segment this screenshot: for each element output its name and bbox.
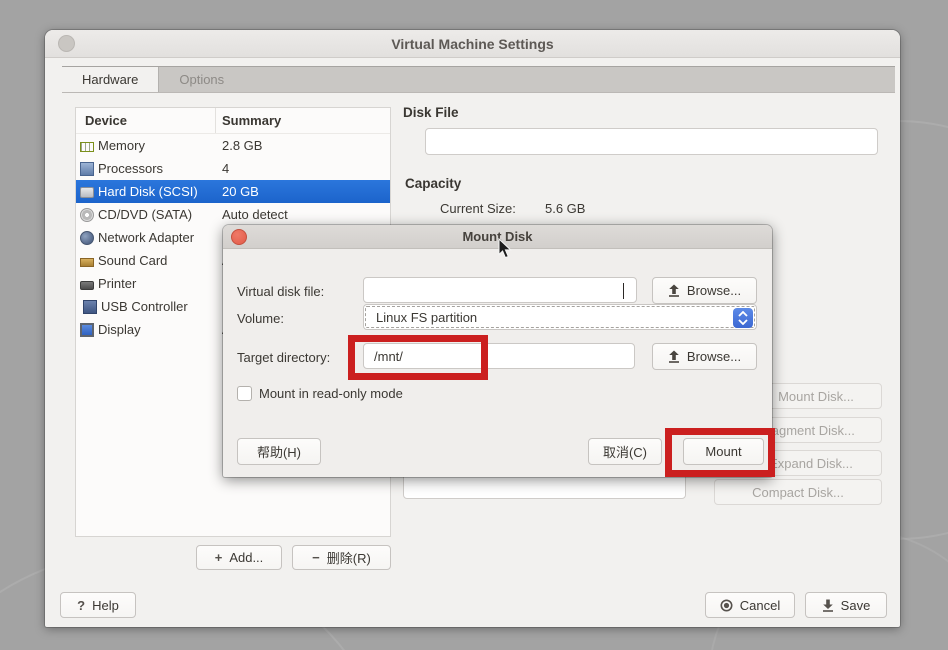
table-row-memory[interactable]: Memory 2.8 GB <box>76 134 390 157</box>
summary-column-header: Summary <box>216 113 281 128</box>
printer-icon <box>80 281 94 290</box>
plus-icon: + <box>215 550 223 565</box>
upload-arrow-icon <box>668 284 680 297</box>
device-name: Printer <box>98 276 136 291</box>
cancel-label: Cancel <box>740 598 780 613</box>
processor-icon <box>80 162 94 176</box>
tab-hardware[interactable]: Hardware <box>62 67 159 92</box>
device-name: Network Adapter <box>98 230 194 245</box>
tab-strip: Hardware Options <box>62 66 895 93</box>
device-name: Processors <box>98 161 163 176</box>
target-directory-label: Target directory: <box>237 350 330 365</box>
dialog-title: Mount Disk <box>462 229 532 244</box>
disk-file-input[interactable] <box>425 128 878 155</box>
hard-disk-icon <box>80 187 94 198</box>
usb-icon <box>83 300 97 314</box>
virtual-disk-file-input[interactable] <box>363 277 637 303</box>
add-device-button[interactable]: + Add... <box>196 545 282 570</box>
virtual-disk-file-label: Virtual disk file: <box>237 284 324 299</box>
network-icon <box>80 231 94 245</box>
dialog-mount-button[interactable]: Mount <box>683 438 764 465</box>
dialog-titlebar[interactable]: Mount Disk <box>223 225 772 249</box>
upload-arrow-icon <box>668 350 680 363</box>
record-circle-icon <box>720 599 733 612</box>
device-summary: 20 GB <box>216 184 259 199</box>
window-titlebar[interactable]: Virtual Machine Settings <box>45 30 900 58</box>
remove-device-button[interactable]: − 删除(R) <box>292 545 391 570</box>
mount-disk-dialog: Mount Disk Virtual disk file: Browse... … <box>223 225 772 477</box>
download-arrow-icon <box>822 599 834 612</box>
browse-label: Browse... <box>687 349 741 364</box>
device-name: Display <box>98 322 141 337</box>
current-size-value: 5.6 GB <box>545 201 585 216</box>
volume-select[interactable]: Linux FS partition <box>363 304 757 330</box>
minus-icon: − <box>312 550 320 565</box>
dialog-close-icon[interactable] <box>231 229 247 245</box>
window-title: Virtual Machine Settings <box>391 36 553 52</box>
text-caret <box>623 283 624 299</box>
tab-options[interactable]: Options <box>159 67 244 92</box>
device-name: Hard Disk (SCSI) <box>98 184 198 199</box>
help-button[interactable]: ? Help <box>60 592 136 618</box>
chevron-up-down-icon[interactable] <box>733 308 753 328</box>
device-name: Memory <box>98 138 145 153</box>
browse-target-directory-button[interactable]: Browse... <box>652 343 757 370</box>
device-column-header: Device <box>76 108 216 133</box>
capacity-heading: Capacity <box>405 176 461 191</box>
remove-label: 删除(R) <box>327 548 371 567</box>
device-summary: 4 <box>216 161 229 176</box>
browse-disk-file-button[interactable]: Browse... <box>652 277 757 304</box>
volume-selected-value: Linux FS partition <box>376 310 477 325</box>
save-button[interactable]: Save <box>805 592 887 618</box>
memory-icon <box>80 142 94 152</box>
cd-dvd-icon <box>80 208 94 222</box>
device-summary: 2.8 GB <box>216 138 262 153</box>
display-icon <box>80 323 94 337</box>
volume-label: Volume: <box>237 311 284 326</box>
compact-disk-button[interactable]: Compact Disk... <box>714 479 882 505</box>
save-label: Save <box>841 598 871 613</box>
question-icon: ? <box>77 598 85 613</box>
device-table-header: Device Summary <box>76 108 390 134</box>
cancel-button[interactable]: Cancel <box>705 592 795 618</box>
table-row-processors[interactable]: Processors 4 <box>76 157 390 180</box>
help-label: Help <box>92 598 119 613</box>
window-close-icon[interactable] <box>58 35 75 52</box>
device-summary: Auto detect <box>216 207 288 222</box>
current-size-label: Current Size: <box>440 201 516 216</box>
dialog-cancel-button[interactable]: 取消(C) <box>588 438 662 465</box>
table-row-cd-dvd[interactable]: CD/DVD (SATA) Auto detect <box>76 203 390 226</box>
target-directory-input[interactable] <box>363 343 635 369</box>
device-name: Sound Card <box>98 253 167 268</box>
device-name: USB Controller <box>101 299 188 314</box>
sound-icon <box>80 258 94 267</box>
add-label: Add... <box>229 550 263 565</box>
disk-file-heading: Disk File <box>403 105 459 120</box>
dialog-help-button[interactable]: 帮助(H) <box>237 438 321 465</box>
readonly-checkbox-label: Mount in read-only mode <box>259 386 403 401</box>
readonly-checkbox[interactable] <box>237 386 252 401</box>
device-name: CD/DVD (SATA) <box>98 207 192 222</box>
browse-label: Browse... <box>687 283 741 298</box>
table-row-hard-disk[interactable]: Hard Disk (SCSI) 20 GB <box>76 180 390 203</box>
